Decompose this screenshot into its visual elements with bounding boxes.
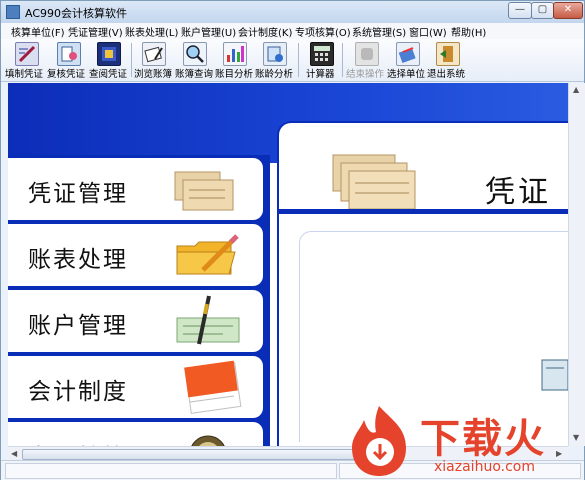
nav-account-management[interactable]: 账户管理 [8,290,263,352]
menu-help[interactable]: 帮助(H) [451,24,486,39]
voucher-panel: 凭证 [277,121,568,446]
checkbook-pen-icon [176,295,240,345]
main-content: 凭证管理 账表处理 账户管理 会计制度 凭证 [8,83,568,446]
view-voucher-button[interactable]: 查阅凭证 [89,39,131,81]
nav-voucher-management-label: 凭证管理 [28,181,128,207]
menu-system-management[interactable]: 系统管理(S) [352,24,406,39]
exit-system-button[interactable]: 退出系统 [427,39,467,81]
notepad-icon [184,360,242,414]
globe-icon [191,435,225,446]
ledger-query-label: 账簿查询 [175,69,214,80]
toolbar-separator [131,43,132,77]
vertical-scrollbar[interactable]: ▲ ▼ [568,83,585,446]
panel-title: 凭证 [485,175,551,210]
title-bar[interactable]: AC990会计核算软件 — ▢ ✕ [1,1,584,23]
scroll-up-arrow-icon[interactable]: ▲ [573,85,579,94]
edit-voucher-icon [15,42,39,66]
menu-account-management[interactable]: 账户管理(U) [181,24,236,39]
account-analysis-icon [223,42,247,66]
menu-accounting-unit[interactable]: 核算单位(F) [11,24,65,39]
watermark-url: xiazaihuo.com [434,459,535,475]
calculator-button[interactable]: 计算器 [303,39,339,81]
select-unit-button[interactable]: 选择单位 [387,39,427,81]
book-icon [541,359,568,391]
panel-divider [279,209,568,214]
edit-voucher-button[interactable]: 填制凭证 [5,39,47,81]
review-voucher-label: 复核凭证 [47,69,86,80]
end-operation-button[interactable]: 结束操作 [346,39,386,81]
window-title: AC990会计核算软件 [25,7,128,20]
nav-special-accounting[interactable]: 专项核算 [8,422,263,446]
ledger-query-button[interactable]: 账簿查询 [175,39,217,81]
calculator-icon [310,42,334,66]
menu-voucher-management[interactable]: 凭证管理(V) [68,24,123,39]
calculator-label: 计算器 [306,69,335,80]
browse-ledger-label: 浏览账簿 [134,69,173,80]
maximize-button[interactable]: ▢ [531,2,554,19]
browse-ledger-icon [142,42,166,66]
menu-window[interactable]: 窗口(W) [409,24,447,39]
folder-pencil-icon [176,234,239,275]
site-watermark: 下载火 xiazaihuo.com [340,402,585,480]
toolbar-separator [298,43,299,77]
nav-voucher-management[interactable]: 凭证管理 [8,158,263,220]
aging-analysis-icon [263,42,287,66]
view-voucher-icon [97,42,121,66]
ledger-query-icon [183,42,207,66]
nav-report-processing-label: 账表处理 [28,247,128,273]
end-operation-icon [355,42,379,66]
end-operation-label: 结束操作 [346,69,385,80]
minimize-button[interactable]: — [508,2,532,19]
menu-accounting-system[interactable]: 会计制度(K) [238,24,292,39]
flame-logo-icon [352,406,406,476]
account-analysis-button[interactable]: 账目分析 [215,39,257,81]
close-button[interactable]: ✕ [553,2,583,19]
scroll-left-arrow-icon[interactable]: ◀ [11,449,17,458]
nav-special-accounting-label: 专项核算 [28,438,128,446]
toolbar-separator [342,43,343,77]
review-voucher-button[interactable]: 复核凭证 [47,39,89,81]
nav-accounting-system-label: 会计制度 [28,379,128,405]
select-unit-icon [396,42,420,66]
voucher-stack-icon [332,154,416,210]
navigation-column: 凭证管理 账表处理 账户管理 会计制度 [8,155,270,446]
menu-bar: 核算单位(F) 凭证管理(V) 账表处理(L) 账户管理(U) 会计制度(K) … [1,23,584,39]
nav-account-management-label: 账户管理 [28,313,128,339]
edit-voucher-label: 填制凭证 [5,69,44,80]
exit-system-label: 退出系统 [427,69,466,80]
select-unit-label: 选择单位 [387,69,426,80]
nav-accounting-system[interactable]: 会计制度 [8,356,263,418]
review-voucher-icon [57,42,81,66]
menu-special-accounting[interactable]: 专项核算(O) [295,24,351,39]
exit-icon [436,42,460,66]
aging-analysis-label: 账龄分析 [255,69,294,80]
view-voucher-label: 查阅凭证 [89,69,128,80]
toolbar: 填制凭证 复核凭证 查阅凭证 浏览账簿 账簿查询 账目分析 账龄分析 计算器 结… [1,39,584,82]
status-cell-main [5,463,337,479]
horizontal-scroll-thumb[interactable] [22,449,374,460]
app-icon [6,5,20,19]
voucher-stack-icon [174,171,234,211]
watermark-brand: 下载火 [420,416,546,462]
nav-report-processing[interactable]: 账表处理 [8,224,263,286]
browse-ledger-button[interactable]: 浏览账簿 [134,39,176,81]
account-analysis-label: 账目分析 [215,69,254,80]
menu-report-processing[interactable]: 账表处理(L) [125,24,178,39]
aging-analysis-button[interactable]: 账龄分析 [255,39,297,81]
